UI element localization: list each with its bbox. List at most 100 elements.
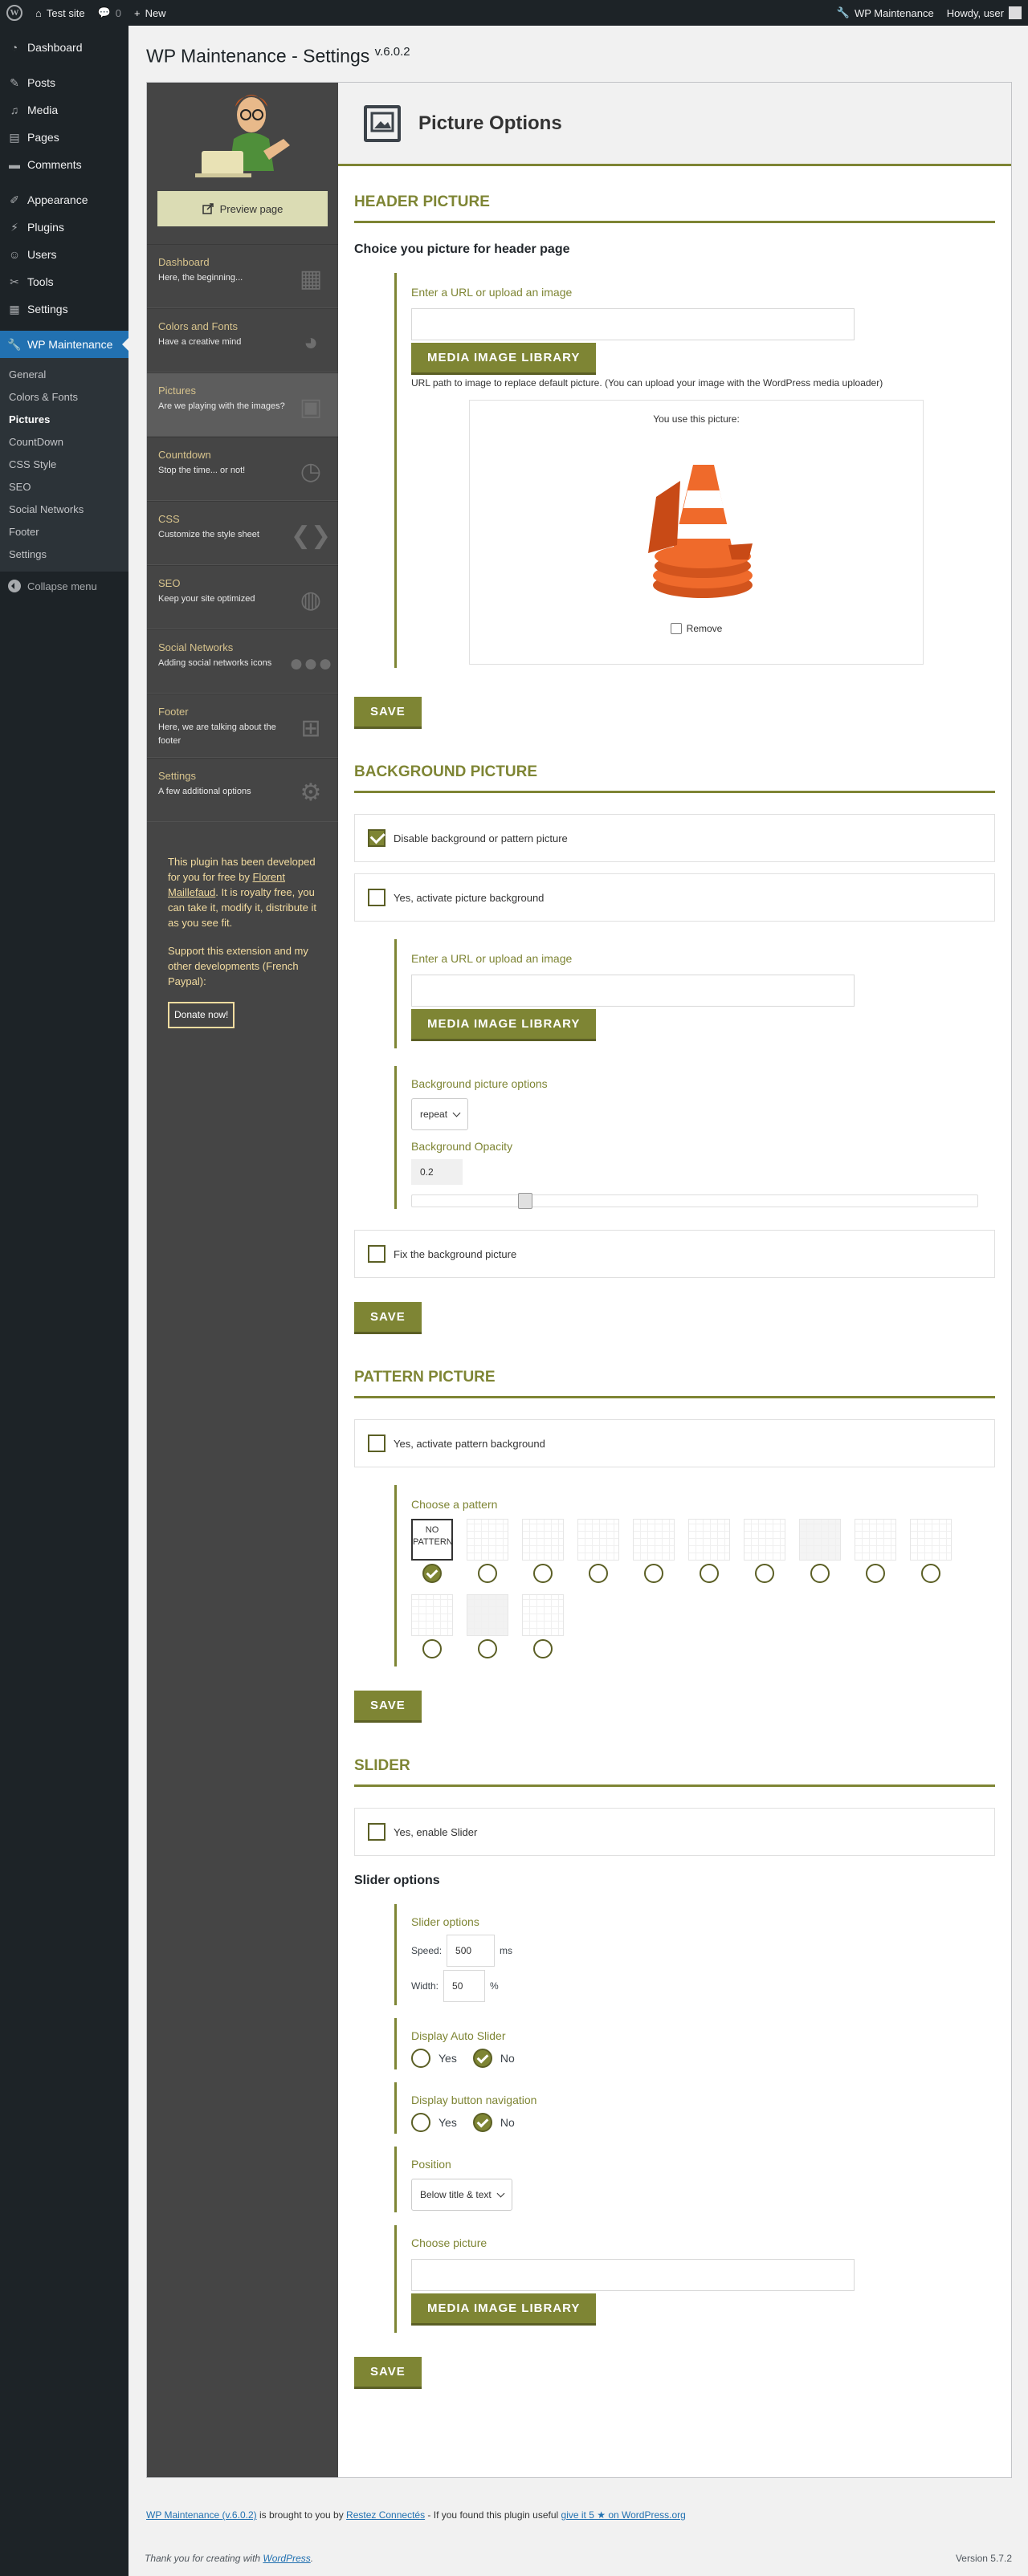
slider-save-button[interactable]: SAVE (354, 2357, 422, 2387)
menu-posts[interactable]: ✎ Posts (0, 69, 128, 96)
pattern-radio[interactable] (644, 1564, 663, 1583)
enable-slider-checkbox[interactable] (368, 1823, 386, 1841)
menu-comments[interactable]: ▬ Comments (0, 151, 128, 178)
plugin-nav-colors-fonts[interactable]: Colors and Fonts Have a creative mind ◕ (147, 308, 338, 372)
pattern-option[interactable] (855, 1519, 896, 1583)
pattern-tile[interactable] (577, 1519, 619, 1561)
pattern-tile[interactable] (855, 1519, 896, 1561)
opacity-input[interactable]: 0.2 (411, 1159, 463, 1185)
pattern-option[interactable] (467, 1594, 508, 1658)
pattern-option[interactable] (467, 1519, 508, 1583)
user-account-menu[interactable]: Howdy, user (940, 0, 1028, 26)
submenu-pictures[interactable]: Pictures (0, 409, 128, 431)
pattern-option[interactable] (522, 1519, 564, 1583)
background-save-button[interactable]: SAVE (354, 1302, 422, 1332)
pattern-tile[interactable] (910, 1519, 952, 1561)
pattern-radio[interactable] (866, 1564, 885, 1583)
menu-dashboard[interactable]: ◔ Dashboard (0, 34, 128, 61)
pattern-radio[interactable] (478, 1639, 497, 1658)
pattern-radio[interactable] (533, 1564, 553, 1583)
pattern-radio[interactable] (755, 1564, 774, 1583)
plugin-version-link[interactable]: WP Maintenance (v.6.0.2) (146, 2509, 257, 2521)
pattern-radio[interactable] (533, 1639, 553, 1658)
slider-speed-input[interactable]: 500 (447, 1935, 496, 1967)
activate-background-option[interactable]: Yes, activate picture background (354, 873, 995, 922)
enable-slider-option[interactable]: Yes, enable Slider (354, 1808, 995, 1856)
wordpress-link[interactable]: WordPress (263, 2553, 310, 2564)
header-url-input[interactable] (411, 308, 855, 340)
no-pattern-tile[interactable]: NO PATTERN (411, 1519, 453, 1561)
collapse-menu-button[interactable]: Collapse menu (0, 572, 128, 600)
pattern-radio[interactable] (810, 1564, 830, 1583)
menu-pages[interactable]: ▤ Pages (0, 124, 128, 151)
plugin-adminbar-link[interactable]: 🔧 WP Maintenance (830, 0, 940, 26)
plugin-nav-css[interactable]: CSS Customize the style sheet ❮❯ (147, 501, 338, 565)
pattern-tile[interactable] (744, 1519, 785, 1561)
pattern-tile[interactable] (522, 1519, 564, 1561)
plugin-nav-social-networks[interactable]: Social Networks Adding social networks ic… (147, 629, 338, 694)
pattern-option[interactable] (688, 1519, 730, 1583)
slider-position-select[interactable]: Below title & text (411, 2179, 512, 2211)
plugin-nav-footer[interactable]: Footer Here, we are talking about the foo… (147, 694, 338, 758)
activate-pattern-option[interactable]: Yes, activate pattern background (354, 1419, 995, 1467)
plugin-nav-dashboard[interactable]: Dashboard Here, the beginning... ▦ (147, 244, 338, 308)
submenu-colors-fonts[interactable]: Colors & Fonts (0, 386, 128, 409)
fix-background-checkbox[interactable] (368, 1245, 386, 1263)
slider-picture-input[interactable] (411, 2259, 855, 2291)
remove-checkbox[interactable] (670, 623, 682, 634)
comments-link[interactable]: 💬 0 (92, 0, 128, 26)
menu-appearance[interactable]: ✐ Appearance (0, 186, 128, 214)
pattern-option[interactable] (910, 1519, 952, 1583)
activate-background-checkbox[interactable] (368, 889, 386, 906)
submenu-settings[interactable]: Settings (0, 543, 128, 566)
auto-slider-yes-radio[interactable] (411, 2049, 430, 2068)
background-repeat-select[interactable]: repeat (411, 1098, 469, 1130)
plugin-nav-settings[interactable]: Settings A few additional options ⚙ (147, 758, 338, 822)
donate-button[interactable]: Donate now! (168, 1002, 235, 1028)
preview-page-button[interactable]: Preview page (157, 191, 328, 226)
fix-background-option[interactable]: Fix the background picture (354, 1230, 995, 1278)
submenu-countdown[interactable]: CountDown (0, 431, 128, 454)
pattern-save-button[interactable]: SAVE (354, 1691, 422, 1720)
pattern-radio[interactable] (921, 1564, 940, 1583)
slider-media-library-button[interactable]: MEDIA IMAGE LIBRARY (411, 2293, 597, 2323)
author-site-link[interactable]: Restez Connectés (346, 2509, 425, 2521)
pattern-tile[interactable] (688, 1519, 730, 1561)
submenu-seo[interactable]: SEO (0, 476, 128, 499)
site-name-link[interactable]: ⌂ Test site (29, 0, 92, 26)
pattern-option[interactable]: NO PATTERN (411, 1519, 453, 1583)
menu-users[interactable]: ☺ Users (0, 241, 128, 268)
pattern-tile[interactable] (633, 1519, 675, 1561)
menu-tools[interactable]: ✂ Tools (0, 268, 128, 295)
disable-background-option[interactable]: Disable background or pattern picture (354, 814, 995, 862)
opacity-slider[interactable] (411, 1193, 978, 1209)
rate-plugin-link[interactable]: give it 5 ★ on WordPress.org (561, 2509, 686, 2521)
button-navigation-no-radio[interactable] (472, 2113, 492, 2132)
plugin-nav-pictures[interactable]: Pictures Are we playing with the images? ▣ (147, 372, 338, 437)
pattern-radio[interactable] (478, 1564, 497, 1583)
pattern-option[interactable] (522, 1594, 564, 1658)
pattern-option[interactable] (799, 1519, 841, 1583)
pattern-radio[interactable] (589, 1564, 608, 1583)
disable-background-checkbox[interactable] (368, 829, 386, 847)
opacity-slider-handle[interactable] (518, 1193, 532, 1209)
submenu-footer[interactable]: Footer (0, 521, 128, 543)
pattern-tile[interactable] (411, 1594, 453, 1636)
header-save-button[interactable]: SAVE (354, 697, 422, 726)
pattern-option[interactable] (744, 1519, 785, 1583)
pattern-option[interactable] (577, 1519, 619, 1583)
submenu-css-style[interactable]: CSS Style (0, 454, 128, 476)
menu-media[interactable]: ♫ Media (0, 96, 128, 124)
pattern-tile[interactable] (799, 1519, 841, 1561)
plugin-nav-seo[interactable]: SEO Keep your site optimized ◍ (147, 565, 338, 629)
background-url-input[interactable] (411, 975, 855, 1007)
pattern-radio[interactable] (700, 1564, 719, 1583)
activate-pattern-checkbox[interactable] (368, 1435, 386, 1452)
submenu-general[interactable]: General (0, 364, 128, 386)
slider-width-input[interactable]: 50 (443, 1970, 486, 2002)
pattern-option[interactable] (411, 1594, 453, 1658)
new-content-link[interactable]: + New (128, 0, 173, 26)
pattern-radio[interactable] (422, 1639, 442, 1658)
auto-slider-no-radio[interactable] (472, 2049, 492, 2068)
pattern-tile[interactable] (467, 1594, 508, 1636)
